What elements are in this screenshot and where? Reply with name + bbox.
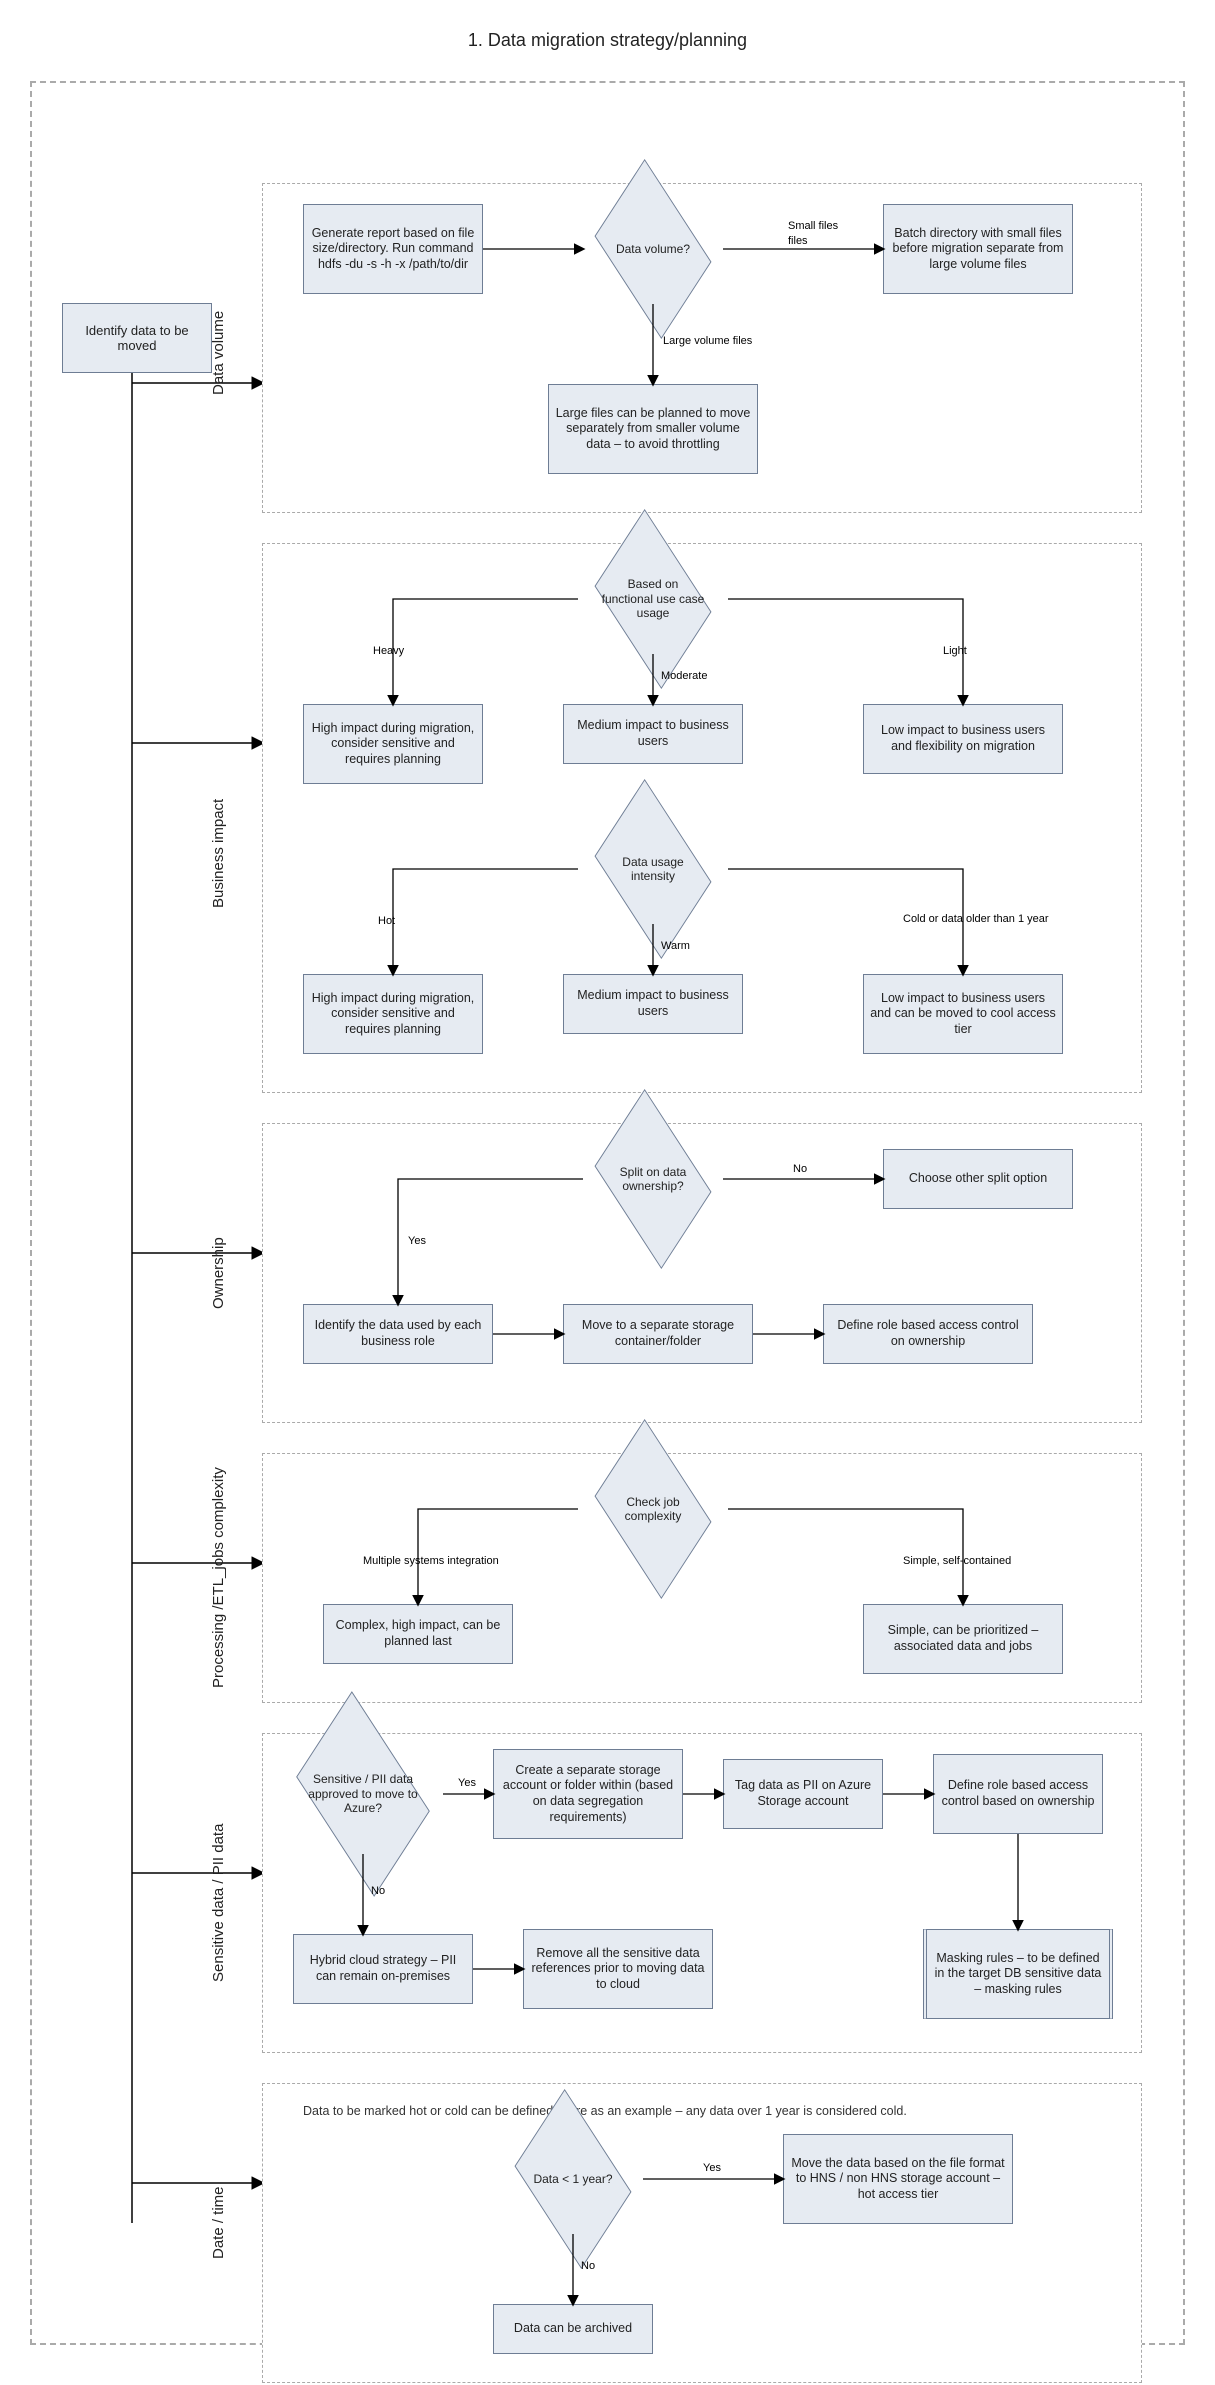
svg-text:Light: Light [943,645,967,657]
bi-dec1: Based on functional use case usage [593,554,713,644]
bi-b1: High impact during migration, consider s… [303,704,483,784]
svg-text:Yes: Yes [458,1777,476,1789]
section-bizimpact: Based on functional use case usage High … [262,543,1142,1093]
dv-n2: Batch directory with small files before … [883,204,1073,294]
svg-text:Multiple systems integration: Multiple systems integration [363,1555,499,1567]
section-etl: Check job complexity Complex, high impac… [262,1453,1142,1703]
svg-text:Yes: Yes [703,2162,721,2174]
own-dec: Split on data ownership? [593,1134,713,1224]
etl-p1: Complex, high impact, can be planned las… [323,1604,513,1664]
bi-b4: High impact during migration, consider s… [303,974,483,1054]
own-o3: Define role based access control on owne… [823,1304,1033,1364]
section-ownership: Split on data ownership? Choose other sp… [262,1123,1142,1423]
diagram-outer-frame: Identify data to be moved Data volume Ge… [30,81,1185,2345]
pii-s2: Tag data as PII on Azure Storage account [723,1759,883,1829]
section-label-datavolume: Data volume [210,223,227,483]
dt-note: Data to be marked hot or cold can be def… [303,2104,1125,2118]
own-o1: Identify the data used by each business … [303,1304,493,1364]
pii-s3: Define role based access control based o… [933,1754,1103,1834]
bi-dec2: Data usage intensity [593,824,713,914]
own-o4: Choose other split option [883,1149,1073,1209]
bi-b6: Low impact to business users and can be … [863,974,1063,1054]
etl-p2: Simple, can be prioritized – associated … [863,1604,1063,1674]
dv-n1: Generate report based on file size/direc… [303,204,483,294]
pii-s1: Create a separate storage account or fol… [493,1749,683,1839]
section-datavolume: Generate report based on file size/direc… [262,183,1142,513]
svg-text:Simple, self-contained: Simple, self-contained [903,1555,1011,1567]
dt-d2: Data can be archived [493,2304,653,2354]
bi-b5: Medium impact to business users [563,974,743,1034]
dt-dec: Data < 1 year? [513,2134,633,2224]
svg-text:Yes: Yes [408,1235,426,1247]
dv-edge-large: Large volume files [663,335,753,347]
pii-s4: Hybrid cloud strategy – PII can remain o… [293,1934,473,2004]
pii-s5: Remove all the sensitive data references… [523,1929,713,2009]
page-title: 1. Data migration strategy/planning [0,30,1215,51]
dt-d1: Move the data based on the file format t… [783,2134,1013,2224]
own-o2: Move to a separate storage container/fol… [563,1304,753,1364]
svg-text:files: files [788,235,808,247]
section-datetime: Data to be marked hot or cold can be def… [262,2083,1142,2383]
svg-text:No: No [793,1163,807,1175]
bi-b3: Low impact to business users and flexibi… [863,704,1063,774]
start-node: Identify data to be moved [62,303,212,373]
section-label-datetime: Date / time [210,2103,227,2343]
section-label-pii: Sensitive data / PII data [210,1753,227,2053]
svg-text:Hot: Hot [378,915,395,927]
section-label-bizimpact: Business impact [210,623,227,1083]
dv-edge-small: Small files [788,220,839,232]
dv-decision: Data volume? [593,204,713,294]
pii-s6: Masking rules – to be defined in the tar… [923,1929,1113,2019]
dv-n3: Large files can be planned to move separ… [548,384,758,474]
pii-dec: Sensitive / PII data approved to move to… [293,1744,433,1844]
section-label-ownership: Ownership [210,1143,227,1403]
bi-b2: Medium impact to business users [563,704,743,764]
etl-dec: Check job complexity [593,1464,713,1554]
svg-text:Heavy: Heavy [373,645,405,657]
section-label-etl: Processing /ETL_jobs complexity [210,1463,227,1693]
svg-text:Cold or data older than 1 year: Cold or data older than 1 year [903,913,1049,925]
section-pii: Sensitive / PII data approved to move to… [262,1733,1142,2053]
